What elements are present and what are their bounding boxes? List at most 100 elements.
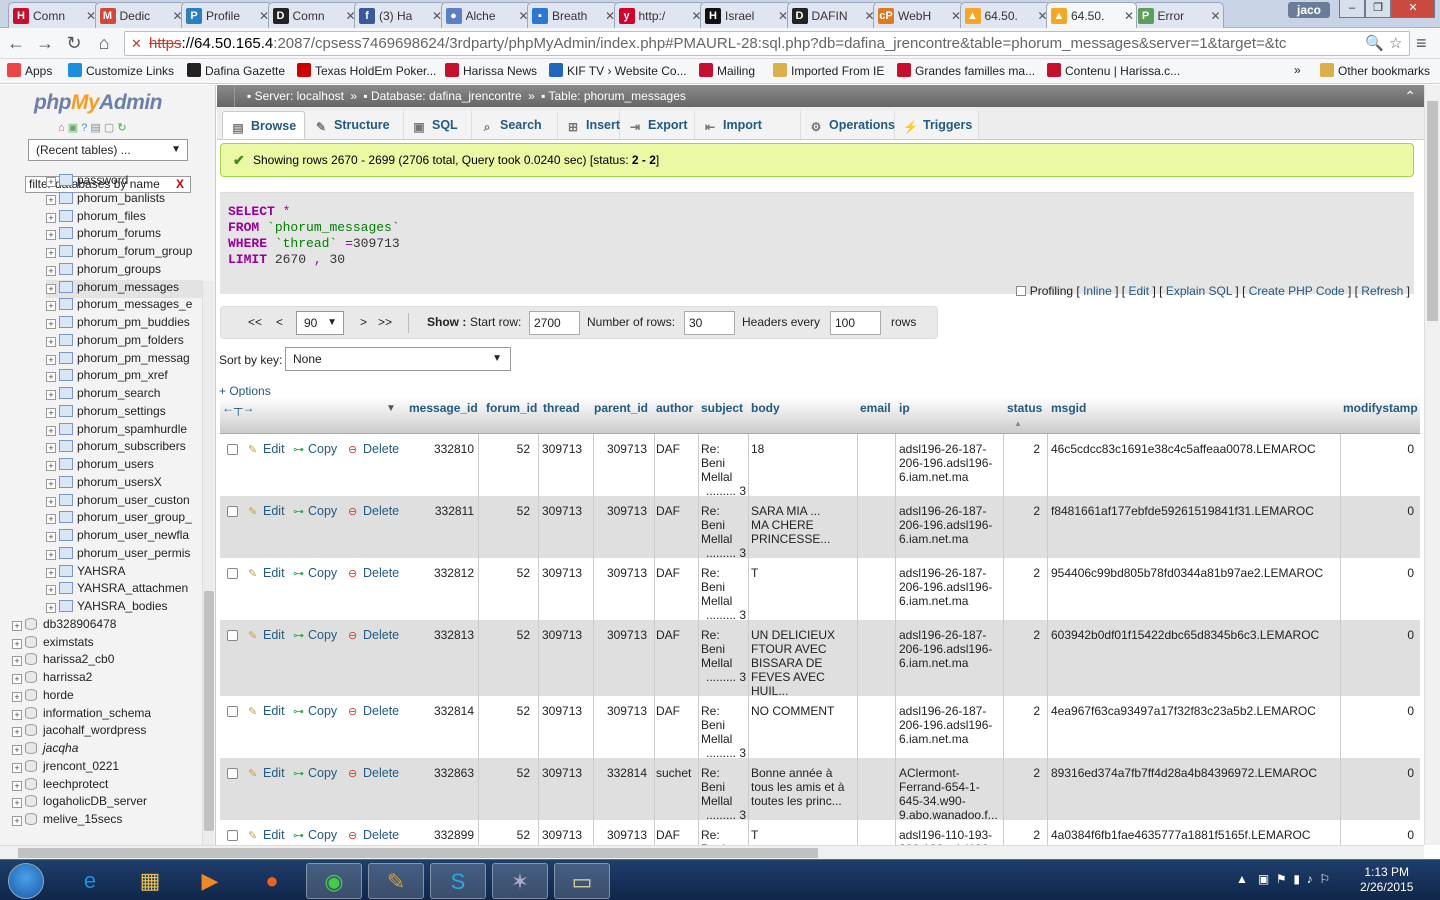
browser-tab[interactable]: P Error ✕ xyxy=(1132,2,1224,28)
expand-icon[interactable]: + xyxy=(46,478,56,489)
close-window-button[interactable]: ✕ xyxy=(1391,0,1435,18)
horizontal-scrollbar[interactable] xyxy=(0,845,1424,859)
browser-tab[interactable]: H Comn ✕ xyxy=(8,2,99,28)
table-item[interactable]: + YAHSRA xyxy=(46,564,202,582)
explorer-icon[interactable]: ▦ xyxy=(122,863,178,899)
start-row-input[interactable]: 2700 xyxy=(529,311,580,335)
database-item[interactable]: + logaholicDB_server xyxy=(12,794,202,812)
expand-icon[interactable]: + xyxy=(46,230,56,241)
sql-link-create-php-code[interactable]: Create PHP Code xyxy=(1249,284,1345,298)
column-header-forum_id[interactable]: forum_id xyxy=(486,401,537,415)
table-item[interactable]: + phorum_usersX xyxy=(46,475,202,493)
bookmark-star-icon[interactable]: ☆ xyxy=(1387,32,1405,55)
edit-link[interactable]: ✎ Edit xyxy=(248,566,285,580)
table-item[interactable]: + phorum_groups xyxy=(46,262,202,280)
volume-icon[interactable]: ♪ xyxy=(1307,872,1313,886)
chrome-icon[interactable]: ◉ xyxy=(306,863,362,899)
bookmarks-more[interactable]: » xyxy=(1294,63,1301,77)
edit-link[interactable]: ✎ Edit xyxy=(248,628,285,642)
database-item[interactable]: + db328906478 xyxy=(12,617,202,635)
page-select[interactable]: 90 ▼ xyxy=(296,311,344,335)
expand-icon[interactable]: + xyxy=(46,390,56,400)
settings-icon[interactable]: ▢ xyxy=(104,122,114,134)
minimize-button[interactable]: – xyxy=(1339,0,1365,18)
tab-import[interactable]: ⇤ Import xyxy=(695,111,801,139)
bookmark-item[interactable]: Imported From IE xyxy=(773,63,884,78)
tab-sql[interactable]: ▣ SQL xyxy=(404,111,472,139)
expand-icon[interactable]: + xyxy=(12,762,22,773)
database-item[interactable]: + jacohalf_wordpress xyxy=(12,723,202,741)
browser-tab[interactable]: D DAFIN ✕ xyxy=(786,2,878,28)
copy-link[interactable]: ⊶ Copy xyxy=(293,442,337,456)
edit-link[interactable]: ✎ Edit xyxy=(248,828,285,842)
browser-tab[interactable]: P Profile ✕ xyxy=(181,2,272,28)
bookmark-item[interactable]: Contenu | Harissa.c... xyxy=(1047,63,1180,78)
close-tab-icon[interactable]: ✕ xyxy=(1122,9,1136,23)
tab-search[interactable]: ⌕ Search xyxy=(472,111,558,139)
expand-icon[interactable]: + xyxy=(46,319,56,329)
start-button[interactable] xyxy=(8,863,44,899)
expand-icon[interactable]: + xyxy=(46,425,56,436)
bookmark-item[interactable]: Grandes familles ma... xyxy=(897,63,1035,78)
main-scrollbar[interactable] xyxy=(1424,85,1440,845)
expand-icon[interactable]: + xyxy=(46,301,56,312)
expand-icon[interactable]: + xyxy=(12,709,22,720)
breadcrumb-server[interactable]: Server: localhost xyxy=(255,89,344,103)
firefox-icon[interactable]: ● xyxy=(244,863,300,899)
collapse-icon[interactable]: ⌃ xyxy=(1404,85,1416,107)
delete-link[interactable]: ⊖ Delete xyxy=(348,566,399,580)
table-item[interactable]: + phorum_banlists xyxy=(46,191,202,209)
profile-button[interactable]: jaco xyxy=(1288,2,1330,18)
expand-icon[interactable]: + xyxy=(46,212,56,223)
copy-link[interactable]: ⊶ Copy xyxy=(293,628,337,642)
browser-tab[interactable]: M Dedic ✕ xyxy=(94,2,186,28)
window-icon[interactable]: ▭ xyxy=(554,863,610,899)
column-header-msgid[interactable]: msgid xyxy=(1051,401,1086,415)
first-page-button[interactable]: << xyxy=(248,315,262,329)
table-item[interactable]: + YAHSRA_bodies xyxy=(46,599,202,617)
copy-link[interactable]: ⊶ Copy xyxy=(293,504,337,518)
column-header-author[interactable]: author xyxy=(656,401,693,415)
expand-icon[interactable]: + xyxy=(46,248,56,258)
expand-icon[interactable]: + xyxy=(12,727,22,738)
tab-browse[interactable]: ▤ Browse xyxy=(222,111,305,139)
table-item[interactable]: + phorum_pm_folders xyxy=(46,333,202,351)
delete-link[interactable]: ⊖ Delete xyxy=(348,442,399,456)
signal-icon[interactable]: ▮ xyxy=(1293,872,1300,886)
column-header-ip[interactable]: ip xyxy=(899,401,910,415)
chrome-menu-icon[interactable]: ≡ xyxy=(1416,33,1427,54)
expand-icon[interactable]: + xyxy=(46,443,56,454)
row-checkbox[interactable] xyxy=(227,768,238,779)
expand-icon[interactable]: + xyxy=(46,549,56,560)
expand-icon[interactable]: + xyxy=(12,780,22,791)
zoom-icon[interactable]: 🔍 xyxy=(1363,32,1386,55)
table-item[interactable]: + password xyxy=(46,173,202,191)
tray-arrow-icon[interactable]: ▲ xyxy=(1236,872,1248,886)
table-item[interactable]: + phorum_users xyxy=(46,457,202,475)
expand-icon[interactable]: + xyxy=(46,567,56,578)
table-item[interactable]: + phorum_pm_buddies xyxy=(46,315,202,333)
delete-link[interactable]: ⊖ Delete xyxy=(348,766,399,780)
flag-icon[interactable]: ⚐ xyxy=(1319,872,1330,886)
table-item[interactable]: + phorum_messages_e xyxy=(46,297,202,315)
tab-triggers[interactable]: ⚡ Triggers xyxy=(895,111,979,139)
column-header-status[interactable]: status xyxy=(1007,401,1042,415)
home-icon[interactable]: ⌂ xyxy=(58,122,65,134)
expand-icon[interactable]: + xyxy=(46,461,56,471)
expand-icon[interactable]: + xyxy=(46,514,56,525)
reload-nav-icon[interactable]: ↻ xyxy=(117,122,126,134)
row-checkbox[interactable] xyxy=(227,706,238,717)
skype-icon[interactable]: S xyxy=(430,863,486,899)
expand-icon[interactable]: + xyxy=(46,532,56,542)
expand-icon[interactable]: + xyxy=(46,585,56,596)
expand-icon[interactable]: + xyxy=(46,194,56,205)
copy-link[interactable]: ⊶ Copy xyxy=(293,704,337,718)
column-header-email[interactable]: email xyxy=(860,401,891,415)
table-item[interactable]: + phorum_messages xyxy=(46,279,202,298)
tab-structure[interactable]: ✎ Structure xyxy=(306,111,404,139)
edit-link[interactable]: ✎ Edit xyxy=(248,704,285,718)
tab-operations[interactable]: ⚙ Operations xyxy=(801,111,895,139)
table-item[interactable]: + phorum_user_newfla xyxy=(46,528,202,546)
nav-scrollbar[interactable] xyxy=(202,281,214,845)
browser-tab[interactable]: H Israel ✕ xyxy=(700,2,791,28)
